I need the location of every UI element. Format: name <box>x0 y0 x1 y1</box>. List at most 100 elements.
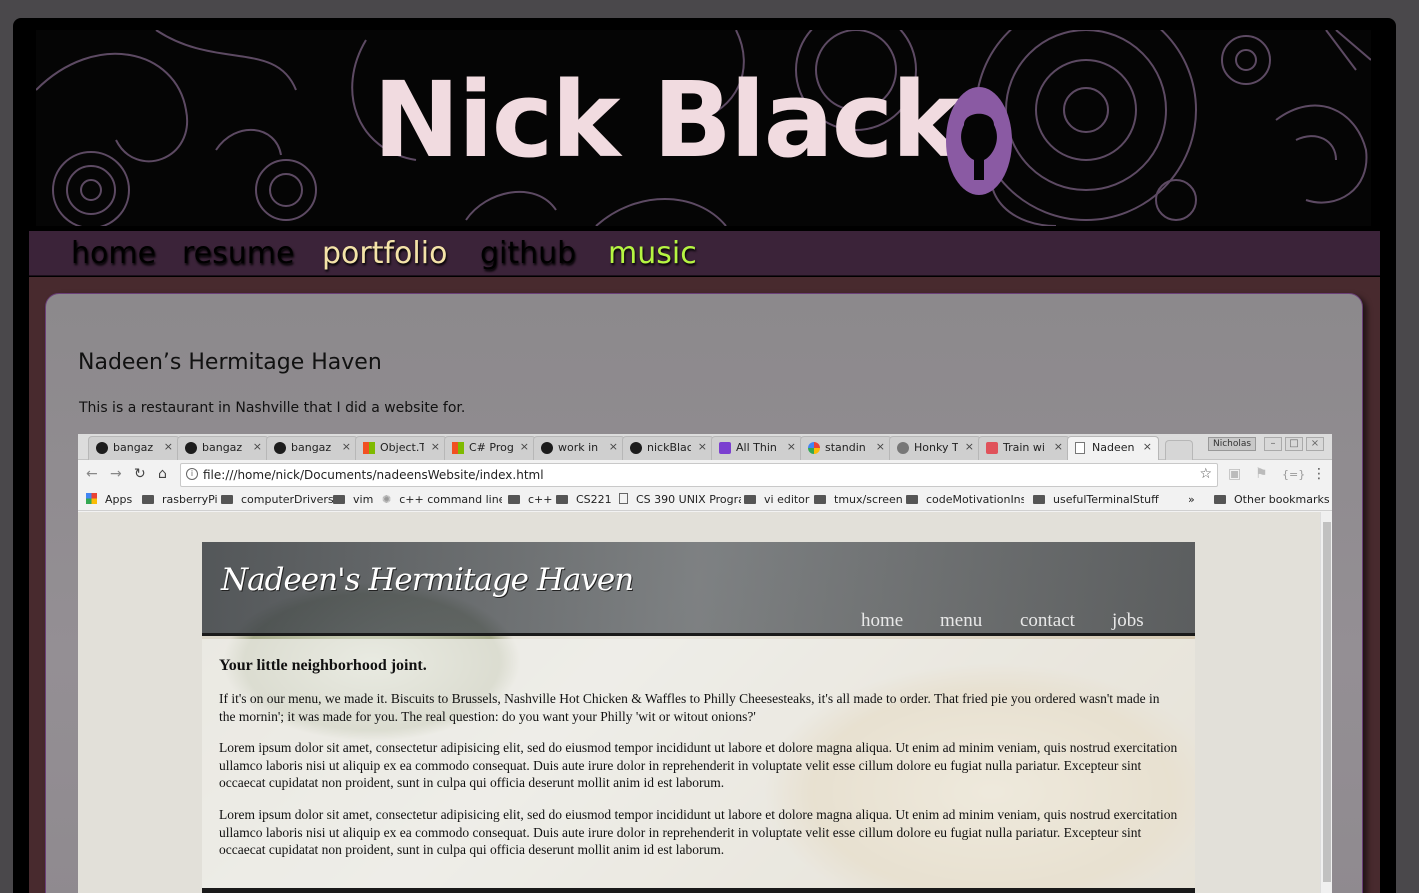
close-icon: × <box>1142 440 1152 453</box>
bookmarks-overflow: » <box>1188 493 1195 506</box>
bookmark-folder: c++ <box>508 493 552 506</box>
folder-icon <box>221 495 233 504</box>
close-icon: × <box>964 440 974 453</box>
bookmark-extension-icon: ⚑ <box>1255 466 1268 482</box>
restaurant-heading: Your little neighborhood joint. <box>219 657 427 674</box>
menu-icon: ⋮ <box>1312 466 1326 482</box>
extension-icon: ▣ <box>1228 466 1242 482</box>
browser-tab-active: Nadeen × <box>1067 436 1159 460</box>
reload-icon: ↻ <box>134 466 146 482</box>
browser-tab: bangaz × <box>177 436 269 460</box>
close-icon: × <box>430 440 440 453</box>
gear-icon <box>897 442 909 454</box>
browser-toolbar: ← → ↻ ⌂ i file:///home/nick/Documents/na… <box>78 461 1332 489</box>
browser-tab: Train wi × <box>978 436 1070 460</box>
restaurant-paragraph: Lorem ipsum dolor sit amet, consectetur … <box>219 807 1178 857</box>
restaurant-nav-menu: menu <box>940 610 983 631</box>
github-icon <box>541 442 553 454</box>
nav-resume[interactable]: resume <box>182 237 294 271</box>
bookmark-apps: Apps <box>86 493 132 506</box>
bookmark-folder: tmux/screen <box>814 493 903 506</box>
scrollbar-thumb <box>1323 522 1331 882</box>
restaurant-brand: Nadeen's Hermitage Haven <box>221 562 634 598</box>
google-icon <box>808 442 820 454</box>
window-close-icon: × <box>1306 437 1324 451</box>
bookmark-link: ✺c++ command line V <box>382 493 502 506</box>
document-icon <box>619 493 628 504</box>
restaurant-content: Your little neighborhood joint. If it's … <box>202 639 1195 893</box>
json-extension-icon: {=} <box>1282 468 1306 481</box>
restaurant-paragraph: Lorem ipsum dolor sit amet, consectetur … <box>219 740 1178 790</box>
back-icon: ← <box>86 466 98 482</box>
restaurant-header: Nadeen's Hermitage Haven home menu conta… <box>202 542 1195 636</box>
globe-icon: ✺ <box>382 493 392 506</box>
main-nav: home resume portfolio github music <box>29 231 1380 276</box>
bookmarks-bar: Apps rasberryPi computerDrivers vim ✺ c++… <box>78 489 1332 511</box>
bookmark-folder: computerDrivers <box>221 493 334 506</box>
site-title: Nick Black <box>373 59 961 181</box>
red-app-icon <box>986 442 998 454</box>
browser-tabstrip: bangaz × bangaz × bangaz × Object.T × C# Pro… <box>78 434 1332 460</box>
github-icon <box>96 442 108 454</box>
page-scrollbar <box>1320 512 1332 893</box>
minimize-icon: – <box>1264 437 1282 451</box>
restaurant-nav-contact: contact <box>1020 610 1075 631</box>
forward-icon: → <box>110 466 122 482</box>
browser-tab: standin × <box>800 436 892 460</box>
folder-icon <box>142 495 154 504</box>
nav-portfolio[interactable]: portfolio <box>322 237 447 271</box>
purple-app-icon <box>719 442 731 454</box>
folder-icon <box>814 495 826 504</box>
page-frame: Nick Black home resume portfolio github … <box>13 18 1396 893</box>
microsoft-icon <box>452 442 464 454</box>
close-icon: × <box>875 440 885 453</box>
browser-tab: bangaz × <box>266 436 358 460</box>
close-icon: × <box>519 440 529 453</box>
url-text: file:///home/nick/Documents/nadeensWebsi… <box>203 468 544 482</box>
folder-icon <box>333 495 345 504</box>
github-icon <box>630 442 642 454</box>
bookmark-folder: codeMotivationInsp <box>906 493 1024 506</box>
folder-icon <box>1214 495 1226 504</box>
restaurant-nav-jobs: jobs <box>1112 610 1144 631</box>
nav-github[interactable]: github <box>480 237 576 271</box>
restaurant-nav-home: home <box>861 610 904 631</box>
browser-tab: work in × <box>533 436 625 460</box>
document-icon <box>1075 442 1085 454</box>
address-bar: i file:///home/nick/Documents/nadeensWeb… <box>180 463 1218 487</box>
folder-icon <box>906 495 918 504</box>
maximize-icon: □ <box>1285 437 1303 451</box>
project-title: Nadeen’s Hermitage Haven <box>78 350 382 375</box>
close-icon: × <box>341 440 351 453</box>
bookmark-folder: vim <box>333 493 373 506</box>
close-icon: × <box>1053 440 1063 453</box>
browser-tab: Object.T × <box>355 436 447 460</box>
browser-tab: Honky T × <box>889 436 981 460</box>
browser-tab: nickBlac × <box>622 436 714 460</box>
home-icon: ⌂ <box>158 466 167 482</box>
bookmark-folder: usefulTerminalStuff <box>1033 493 1159 506</box>
browser-tab: All Thin × <box>711 436 803 460</box>
folder-icon <box>1033 495 1045 504</box>
info-icon: i <box>186 468 198 480</box>
close-icon: × <box>252 440 262 453</box>
new-tab-button <box>1165 440 1193 460</box>
browser-tab: bangaz × <box>88 436 180 460</box>
project-description: This is a restaurant in Nashville that I… <box>79 400 466 416</box>
apps-grid-icon <box>86 493 97 504</box>
nav-music[interactable]: music <box>608 237 697 271</box>
star-icon: ☆ <box>1199 466 1212 482</box>
folder-icon <box>508 495 520 504</box>
github-icon <box>274 442 286 454</box>
browser-viewport: Nadeen's Hermitage Haven home menu conta… <box>78 512 1332 893</box>
restaurant-paragraph: If it's on our menu, we made it. Biscuit… <box>219 691 1160 724</box>
close-icon: × <box>163 440 173 453</box>
microsoft-icon <box>363 442 375 454</box>
folder-icon <box>744 495 756 504</box>
close-icon: × <box>786 440 796 453</box>
octocat-logo-icon[interactable] <box>944 85 1014 197</box>
bookmark-folder: CS221 <box>556 493 612 506</box>
github-icon <box>185 442 197 454</box>
nav-home[interactable]: home <box>71 237 156 271</box>
profile-button: Nicholas <box>1208 437 1257 451</box>
